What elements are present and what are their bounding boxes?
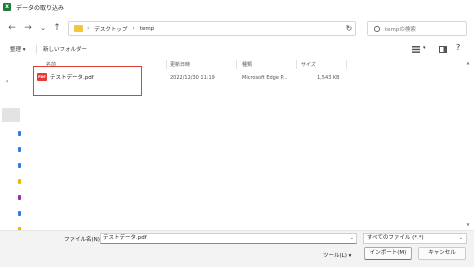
excel-icon: x xyxy=(3,3,11,11)
import-button[interactable]: インポート(M) xyxy=(364,247,412,260)
column-divider[interactable] xyxy=(166,60,167,69)
expand-chevron-icon[interactable]: › xyxy=(6,78,8,85)
filename-label: ファイル名(N): xyxy=(64,237,102,243)
navigation-pane: › xyxy=(0,58,24,232)
breadcrumb-desktop[interactable]: デスクトップ xyxy=(94,25,127,33)
file-modified: 2022/12/30 11:19 xyxy=(170,75,215,81)
new-folder-button[interactable]: 新しいフォルダー xyxy=(43,45,87,53)
preview-pane-icon[interactable] xyxy=(439,46,447,53)
table-row[interactable]: PDF テストデータ.pdf xyxy=(34,71,159,83)
nav-item-icon[interactable] xyxy=(18,163,21,168)
column-header-type[interactable]: 種類 xyxy=(242,61,252,68)
search-icon xyxy=(374,25,380,32)
view-dropdown-icon[interactable]: ▾ xyxy=(423,45,426,51)
search-placeholder: tempの検索 xyxy=(385,26,416,33)
refresh-icon[interactable]: ↻ xyxy=(342,21,356,36)
search-box[interactable]: tempの検索 xyxy=(367,21,467,36)
breadcrumb-separator-icon: › xyxy=(87,25,90,32)
column-divider[interactable] xyxy=(296,60,297,69)
address-bar[interactable]: › デスクトップ › temp ⌄ xyxy=(68,21,356,36)
chevron-down-icon[interactable]: ⌄ xyxy=(459,234,463,243)
organize-button[interactable]: 整理 ▾ xyxy=(10,45,26,53)
file-size: 1,543 KB xyxy=(317,75,340,81)
filename-input[interactable]: テストデータ.pdf ⌄ xyxy=(100,233,357,244)
pdf-file-icon: PDF xyxy=(37,73,47,81)
navigation-bar: ← → ⌄ ↑ › デスクトップ › temp ⌄ ↻ tempの検索 xyxy=(0,18,474,40)
column-header-size[interactable]: サイズ xyxy=(301,61,316,68)
title-bar: x データの取り込み xyxy=(0,0,474,14)
nav-item-icon[interactable] xyxy=(18,195,21,200)
back-arrow-icon[interactable]: ← xyxy=(6,22,18,34)
folder-icon xyxy=(74,25,83,32)
file-list: 名前 更新日時 種類 サイズ PDF テストデータ.pdf 2022/12/30… xyxy=(24,58,464,230)
nav-item-icon[interactable] xyxy=(18,147,21,152)
file-name[interactable]: テストデータ.pdf xyxy=(50,73,94,81)
filetype-value: すべてのファイル (*.*) xyxy=(367,235,424,241)
chevron-down-icon[interactable]: ⌄ xyxy=(37,22,49,34)
cancel-button[interactable]: キャンセル xyxy=(418,247,466,260)
nav-item-icon[interactable] xyxy=(18,131,21,136)
scroll-up-icon[interactable]: ▲ xyxy=(465,60,471,65)
scroll-down-icon[interactable]: ▼ xyxy=(465,222,471,227)
nav-item-icon[interactable] xyxy=(18,211,21,216)
nav-item-icon[interactable] xyxy=(18,179,21,184)
up-arrow-icon[interactable]: ↑ xyxy=(51,22,63,34)
column-divider[interactable] xyxy=(346,60,347,69)
tools-menu[interactable]: ツール(L) ▾ xyxy=(323,251,351,259)
column-header-modified[interactable]: 更新日時 xyxy=(170,61,190,68)
filetype-select[interactable]: すべてのファイル (*.*) ⌄ xyxy=(363,233,467,244)
column-divider[interactable] xyxy=(236,60,237,69)
toolbar-divider xyxy=(36,45,37,54)
dialog-footer: ファイル名(N): テストデータ.pdf ⌄ すべてのファイル (*.*) ⌄ … xyxy=(0,230,474,267)
scrollbar[interactable]: ▲ ▼ xyxy=(465,58,471,230)
column-header-name[interactable]: 名前 xyxy=(46,61,56,68)
file-type: Microsoft Edge P... xyxy=(242,75,288,81)
filename-value: テストデータ.pdf xyxy=(103,235,147,241)
nav-selected-item[interactable] xyxy=(2,108,20,122)
forward-arrow-icon[interactable]: → xyxy=(22,22,34,34)
view-options-icon[interactable] xyxy=(412,46,420,53)
breadcrumb-temp[interactable]: temp xyxy=(140,26,154,32)
window-title: データの取り込み xyxy=(16,4,65,12)
breadcrumb-separator-icon: › xyxy=(132,25,135,32)
help-icon[interactable]: ? xyxy=(456,43,460,52)
chevron-down-icon[interactable]: ⌄ xyxy=(350,234,354,243)
command-toolbar: 整理 ▾ 新しいフォルダー ▾ ? xyxy=(0,43,474,57)
